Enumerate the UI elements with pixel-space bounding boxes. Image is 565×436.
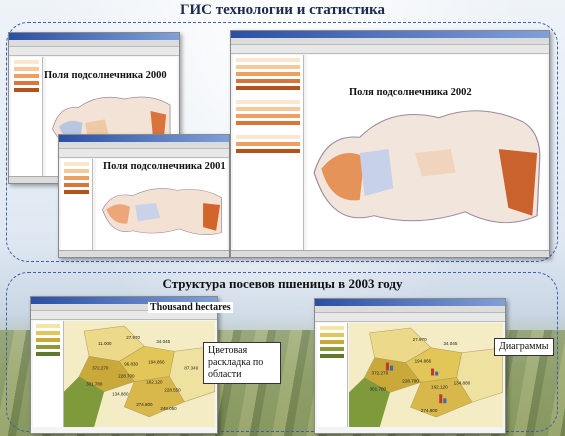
legend-panel[interactable] bbox=[233, 55, 304, 251]
page-title: ГИС технологии и статистика bbox=[179, 2, 386, 18]
toolbar[interactable] bbox=[9, 47, 179, 56]
region-value: 274.800 bbox=[421, 408, 438, 413]
region-value: 96.830 bbox=[125, 361, 139, 366]
region-value: 372.270 bbox=[372, 371, 389, 376]
region-value: 372.270 bbox=[93, 365, 110, 370]
region-value: 248.050 bbox=[161, 406, 178, 411]
menu-bar[interactable] bbox=[231, 38, 549, 45]
legend-panel[interactable] bbox=[33, 321, 64, 427]
toolbar[interactable] bbox=[59, 149, 229, 158]
region-value: 27.970 bbox=[413, 337, 428, 342]
region-value: 134.880 bbox=[113, 392, 130, 397]
region-value: 194.866 bbox=[149, 359, 166, 364]
region-value: 34.045 bbox=[444, 341, 459, 346]
window-titlebar[interactable] bbox=[59, 135, 229, 142]
window-titlebar[interactable] bbox=[315, 299, 505, 306]
legend-panel[interactable] bbox=[61, 159, 93, 251]
region-value: 134.880 bbox=[454, 380, 471, 385]
russia-map bbox=[313, 110, 541, 224]
region-value: 228.700 bbox=[403, 378, 420, 383]
region-value: 274.800 bbox=[137, 402, 154, 407]
diagram-bar bbox=[439, 394, 443, 404]
region-value: 87.340 bbox=[185, 365, 199, 370]
status-bar bbox=[59, 250, 229, 257]
legend-panel[interactable] bbox=[11, 57, 43, 177]
region-value: 27.970 bbox=[127, 335, 141, 340]
map-view[interactable] bbox=[307, 55, 547, 251]
region-value: 301.780 bbox=[87, 382, 104, 387]
thousand-hectares-label: Thousand hectares bbox=[148, 302, 233, 313]
diagram-bar bbox=[443, 398, 447, 404]
status-bar bbox=[231, 250, 549, 257]
region-map: 27.970 11.000 34.045 372.270 96.830 194.… bbox=[64, 321, 216, 427]
caption-2002: Поля подсолнечника 2002 bbox=[349, 87, 472, 98]
region-value: 301.780 bbox=[370, 386, 387, 391]
region-value: 162.120 bbox=[431, 384, 448, 389]
menu-bar[interactable] bbox=[59, 142, 229, 149]
diagram-bar bbox=[390, 365, 394, 371]
window-titlebar[interactable] bbox=[231, 31, 549, 38]
region-value: 162.120 bbox=[147, 380, 164, 385]
color-layout-callout: Цветовая раскладка по области bbox=[203, 342, 281, 384]
region-value: 194.866 bbox=[415, 359, 432, 364]
region-value: 11.000 bbox=[99, 341, 113, 346]
caption-2001: Поля подсолнечника 2001 bbox=[103, 161, 226, 172]
window-titlebar[interactable] bbox=[9, 33, 179, 40]
legend-panel[interactable] bbox=[317, 323, 349, 427]
region-map: 27.970 34.045 372.270 194.866 228.700 30… bbox=[349, 323, 504, 427]
map-view[interactable]: 27.970 11.000 34.045 372.270 96.830 194.… bbox=[64, 321, 216, 427]
russia-map bbox=[102, 188, 223, 235]
caption-2000: Поля подсолнечника 2000 bbox=[44, 70, 167, 81]
section-title: Структура посевов пшеницы в 2003 году bbox=[162, 276, 403, 291]
region-value: 34.045 bbox=[157, 339, 171, 344]
region-value: 228.700 bbox=[119, 374, 136, 379]
region-value: 228.550 bbox=[165, 388, 182, 393]
map-view[interactable]: 27.970 34.045 372.270 194.866 228.700 30… bbox=[349, 323, 504, 427]
toolbar[interactable] bbox=[231, 45, 549, 54]
toolbar[interactable] bbox=[315, 313, 505, 322]
menu-bar[interactable] bbox=[9, 40, 179, 47]
map-view[interactable] bbox=[96, 159, 227, 251]
gis-window-wheat-color[interactable]: 27.970 11.000 34.045 372.270 96.830 194.… bbox=[30, 296, 218, 434]
diagram-bar bbox=[386, 362, 390, 371]
gis-window-2002[interactable] bbox=[230, 30, 550, 258]
diagram-bar bbox=[435, 371, 439, 376]
gis-window-2001[interactable] bbox=[58, 134, 230, 258]
gis-window-wheat-diagrams[interactable]: 27.970 34.045 372.270 194.866 228.700 30… bbox=[314, 298, 506, 434]
diagrams-callout: Диаграммы bbox=[494, 338, 554, 356]
menu-bar[interactable] bbox=[315, 306, 505, 313]
diagram-bar bbox=[431, 368, 435, 376]
